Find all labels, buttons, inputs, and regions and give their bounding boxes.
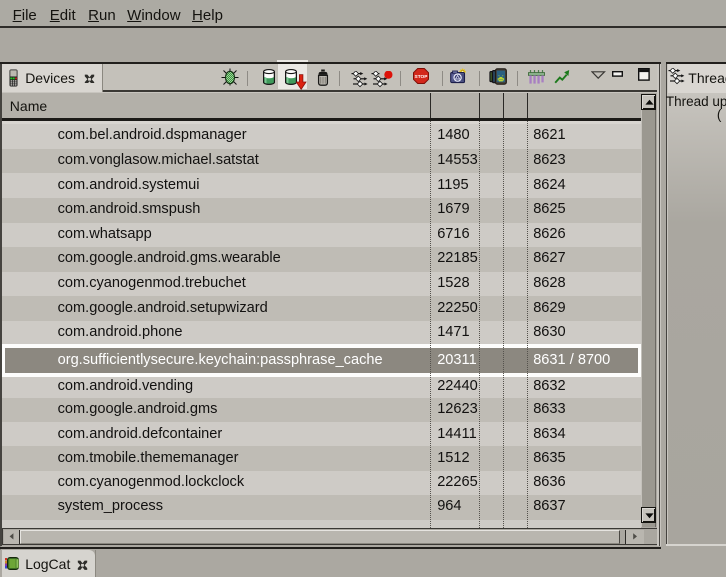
svg-text:STOP: STOP [415,74,429,80]
